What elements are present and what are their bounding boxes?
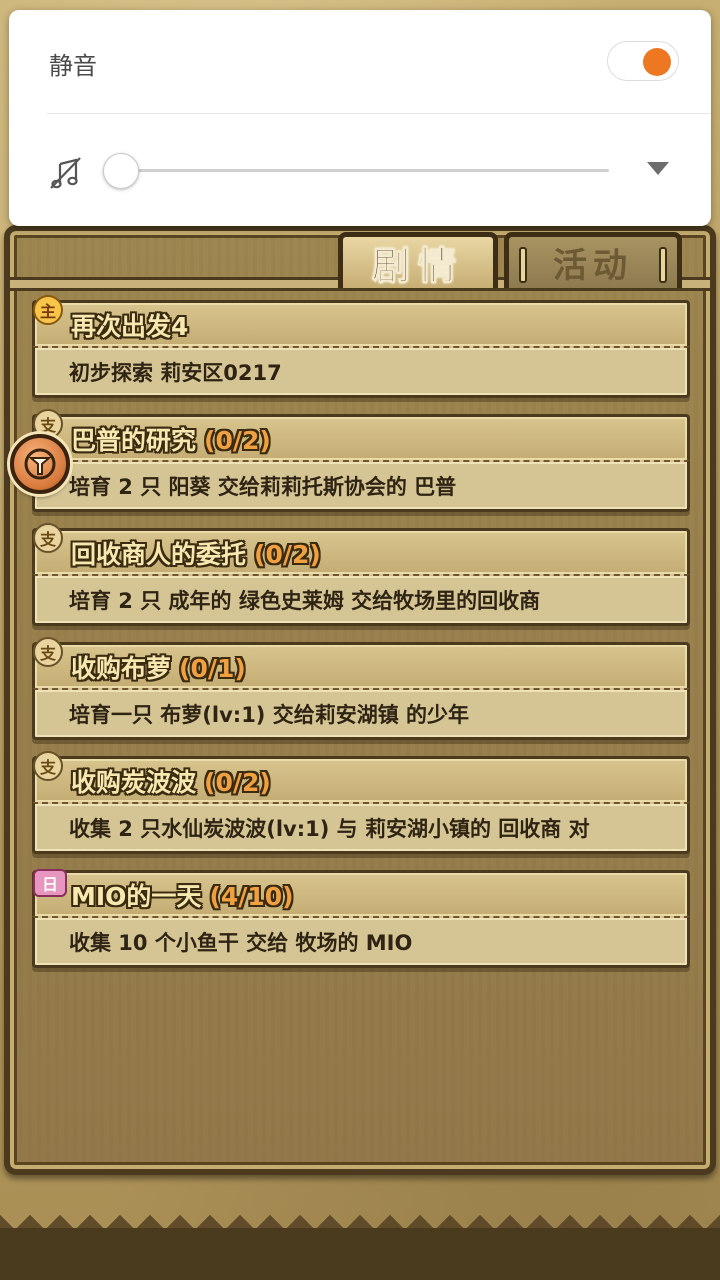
list-item[interactable]: 支 回收商人的委托 (0/2) 培育 2 只 成年的 绿色史莱姆 交给牧场里的回收… bbox=[32, 523, 690, 626]
quest-header: 支 巴普的研究 (0/2) bbox=[32, 409, 690, 460]
quest-progress: (4/10) bbox=[209, 882, 294, 911]
quest-badge: 日 bbox=[33, 869, 67, 897]
quest-header: 支 收购炭波波 (0/2) bbox=[32, 751, 690, 802]
quest-badge: 支 bbox=[33, 637, 63, 667]
quest-description: 培育 2 只 阳葵 交给莉莉托斯协会的 巴普 bbox=[32, 460, 690, 512]
quest-title-text: 收购炭波波 bbox=[71, 768, 197, 797]
tab-events[interactable]: 活动 bbox=[504, 232, 682, 288]
quest-title: MIO的一天 (4/10) bbox=[71, 877, 294, 913]
quest-progress: (0/2) bbox=[204, 426, 271, 455]
quest-header: 支 收购布萝 (0/1) bbox=[32, 637, 690, 688]
volume-slider-track[interactable] bbox=[121, 169, 609, 172]
quest-title: 再次出发4 bbox=[71, 307, 188, 343]
tab-divider bbox=[519, 247, 527, 283]
volume-popup: 静音 bbox=[9, 10, 711, 226]
tab-divider bbox=[659, 247, 667, 283]
tab-events-label: 活动 bbox=[553, 246, 633, 286]
quest-header: 支 回收商人的委托 (0/2) bbox=[32, 523, 690, 574]
list-item[interactable]: 日 MIO的一天 (4/10) 收集 10 个小鱼干 交给 牧场的 MIO bbox=[32, 869, 690, 968]
quest-badge: 支 bbox=[33, 523, 63, 553]
quest-progress: (0/1) bbox=[179, 654, 246, 683]
list-item[interactable]: 支 收购布萝 (0/1) 培育一只 布萝(lv:1) 交给莉安湖镇 的少年 bbox=[32, 637, 690, 740]
navigate-marker-icon[interactable] bbox=[10, 434, 70, 494]
quest-description: 培育一只 布萝(lv:1) 交给莉安湖镇 的少年 bbox=[32, 688, 690, 740]
quest-progress: (0/2) bbox=[204, 768, 271, 797]
quest-title: 巴普的研究 (0/2) bbox=[71, 421, 271, 457]
quest-badge: 支 bbox=[33, 751, 63, 781]
quest-header: 日 MIO的一天 (4/10) bbox=[32, 869, 690, 916]
divider bbox=[47, 113, 711, 114]
quest-progress: (0/2) bbox=[254, 540, 321, 569]
bottom-strip bbox=[0, 1228, 720, 1280]
quest-badge: 主 bbox=[33, 295, 63, 325]
quest-title: 收购炭波波 (0/2) bbox=[71, 763, 271, 799]
quest-title: 收购布萝 (0/1) bbox=[71, 649, 246, 685]
toggle-knob bbox=[643, 48, 671, 76]
mute-toggle[interactable] bbox=[607, 41, 679, 81]
mute-label: 静音 bbox=[49, 52, 97, 80]
list-item[interactable]: 支 巴普的研究 (0/2) 培育 2 只 阳葵 交给莉莉托斯协会的 巴普 bbox=[32, 409, 690, 512]
quest-title-text: 巴普的研究 bbox=[71, 426, 197, 455]
quest-title-text: 收购布萝 bbox=[71, 654, 172, 683]
quest-title-text: 回收商人的委托 bbox=[71, 540, 247, 569]
volume-slider-handle[interactable] bbox=[103, 153, 139, 189]
music-off-icon bbox=[50, 157, 81, 189]
tab-story[interactable]: 剧情 bbox=[338, 232, 498, 289]
list-item[interactable]: 支 收购炭波波 (0/2) 收集 2 只水仙炭波波(lv:1) 与 莉安湖小镇的 … bbox=[32, 751, 690, 854]
quest-title: 回收商人的委托 (0/2) bbox=[71, 535, 321, 571]
quest-title-text: 再次出发4 bbox=[71, 312, 189, 341]
tab-story-label: 剧情 bbox=[371, 244, 464, 289]
quest-description: 收集 10 个小鱼干 交给 牧场的 MIO bbox=[32, 916, 690, 968]
quest-title-text: MIO的一天 bbox=[71, 882, 202, 911]
quest-header: 主 再次出发4 bbox=[32, 295, 690, 346]
quest-description: 培育 2 只 成年的 绿色史莱姆 交给牧场里的回收商 bbox=[32, 574, 690, 626]
quest-description: 初步探索 莉安区0217 bbox=[32, 346, 690, 398]
list-item[interactable]: 主 再次出发4 初步探索 莉安区0217 bbox=[32, 295, 690, 398]
quest-description: 收集 2 只水仙炭波波(lv:1) 与 莉安湖小镇的 回收商 对 bbox=[32, 802, 690, 854]
chevron-down-icon[interactable] bbox=[647, 162, 669, 175]
